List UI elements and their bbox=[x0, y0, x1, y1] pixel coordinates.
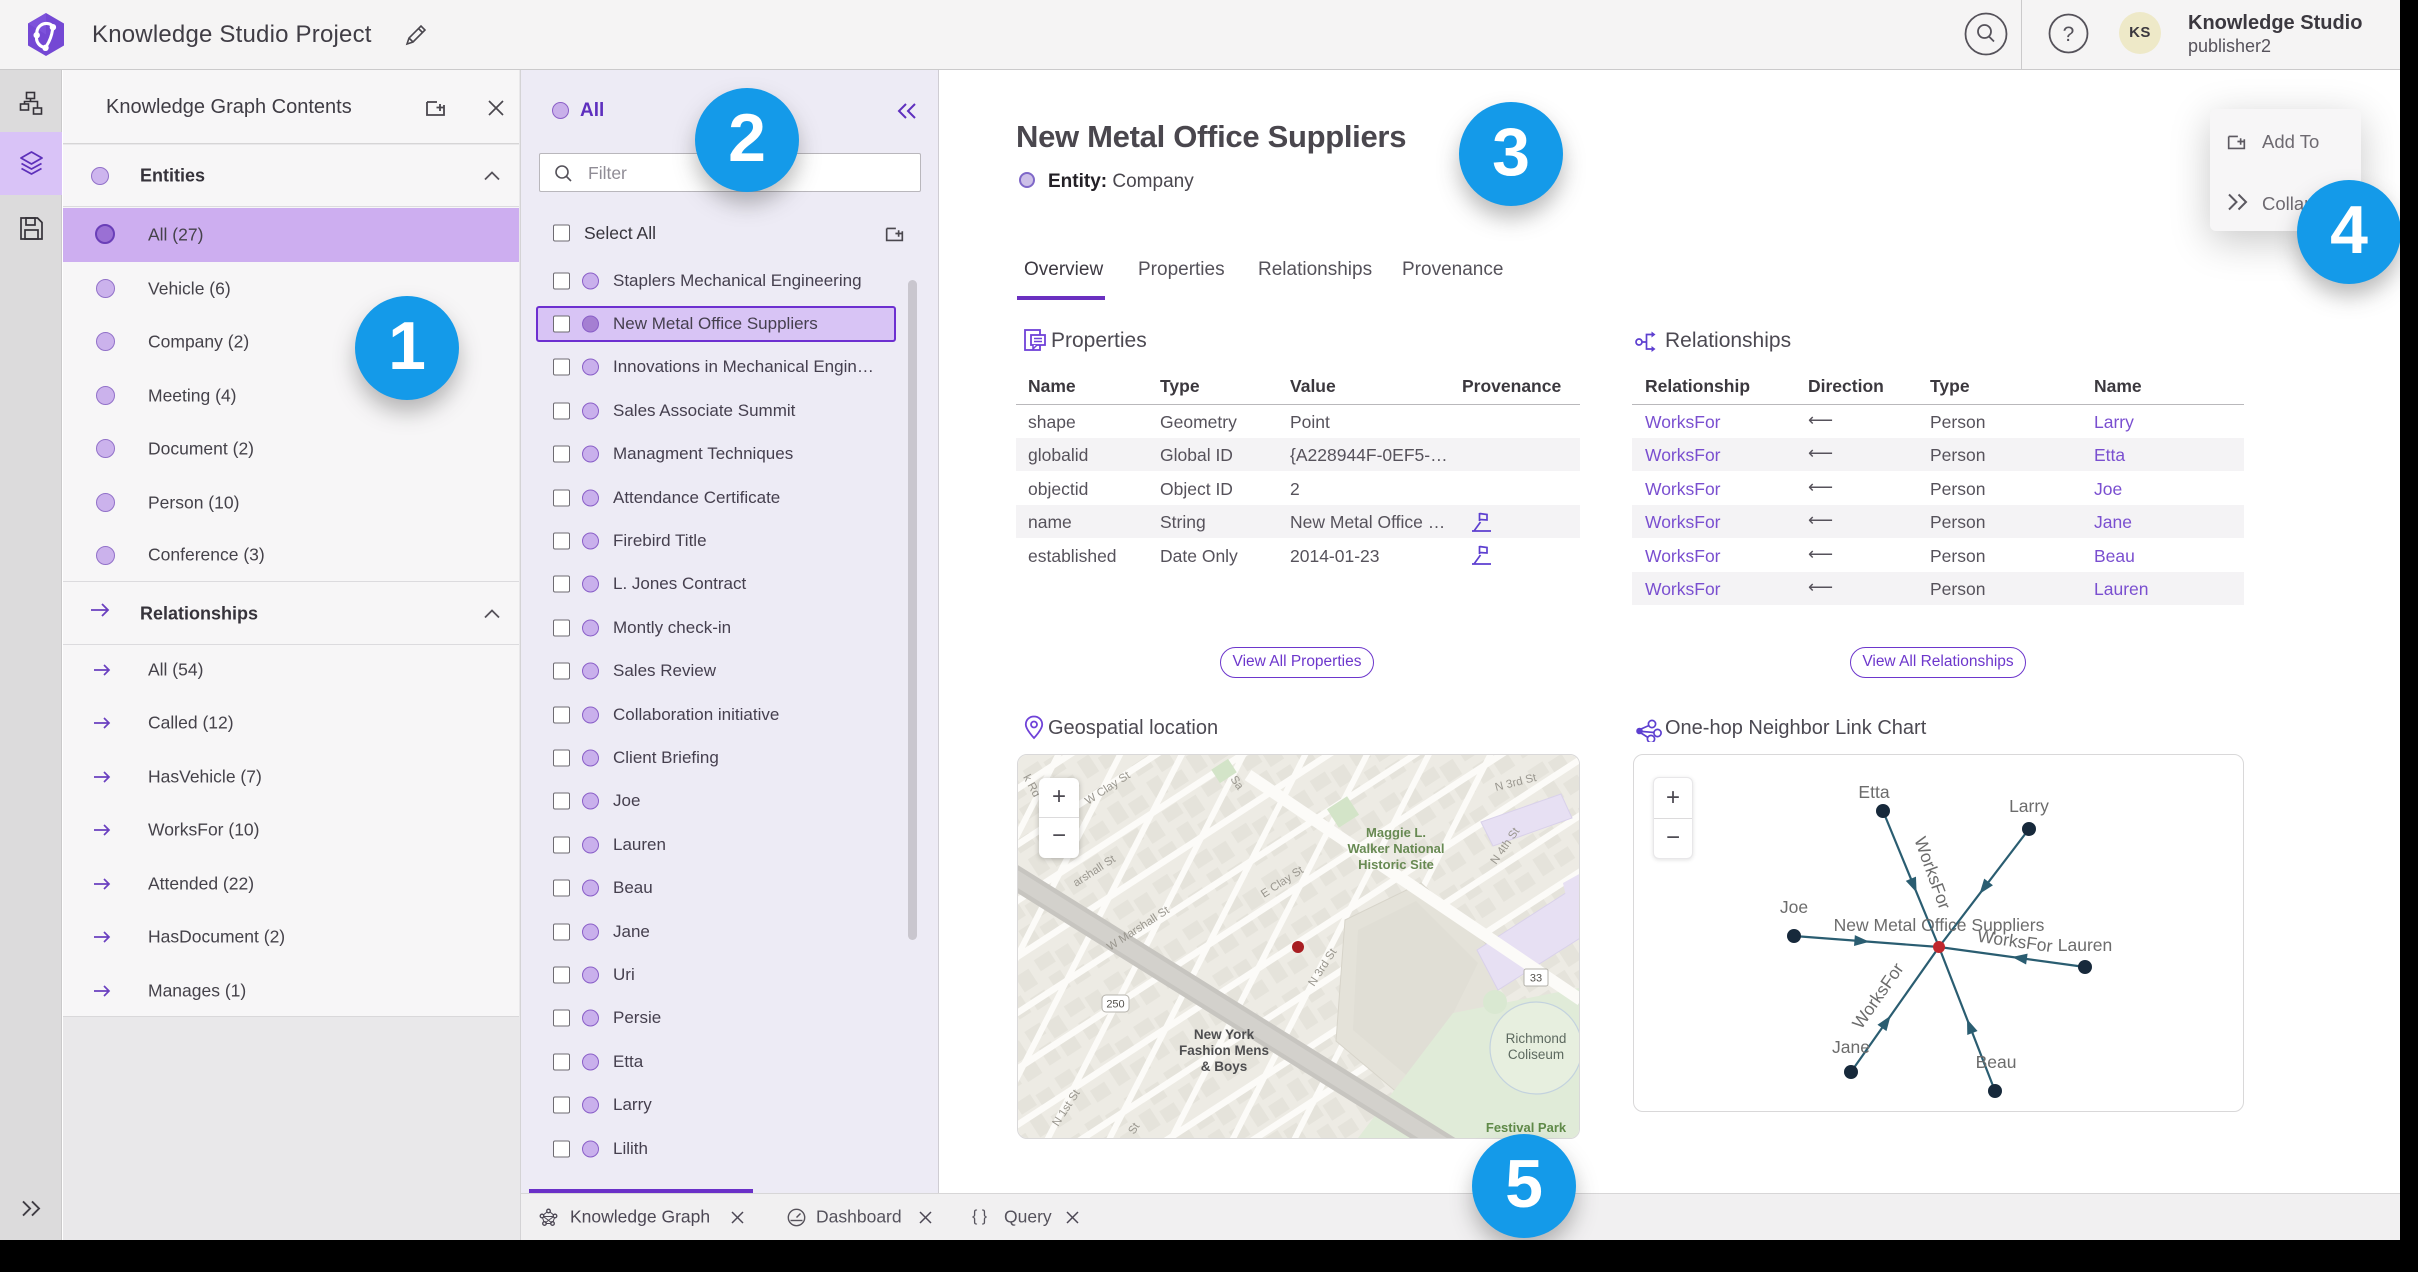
svg-text:Fashion Mens: Fashion Mens bbox=[1179, 1043, 1269, 1058]
svg-text:Richmond: Richmond bbox=[1506, 1031, 1567, 1046]
svg-text:WorksFor: WorksFor bbox=[1848, 959, 1908, 1032]
svg-text:Maggie L.: Maggie L. bbox=[1366, 825, 1426, 840]
svg-text:Etta: Etta bbox=[1858, 782, 1889, 802]
svg-text:Joe: Joe bbox=[1780, 897, 1808, 917]
svg-text:Walker National: Walker National bbox=[1347, 841, 1444, 856]
svg-text:Coliseum: Coliseum bbox=[1508, 1047, 1564, 1062]
svg-text:Larry: Larry bbox=[2009, 796, 2049, 816]
svg-text:Beau: Beau bbox=[1976, 1052, 2017, 1072]
svg-text:Festival Park: Festival Park bbox=[1486, 1120, 1567, 1135]
svg-text:WorksFor: WorksFor bbox=[1910, 834, 1955, 912]
svg-text:?: ? bbox=[2063, 23, 2075, 46]
svg-text:Lauren: Lauren bbox=[2058, 935, 2113, 955]
svg-text:New York: New York bbox=[1194, 1027, 1255, 1042]
svg-text:Jane: Jane bbox=[1832, 1037, 1870, 1057]
svg-text:Historic Site: Historic Site bbox=[1358, 857, 1434, 872]
svg-text:& Boys: & Boys bbox=[1201, 1059, 1248, 1074]
svg-text:250: 250 bbox=[1106, 999, 1124, 1011]
svg-text:33: 33 bbox=[1530, 973, 1542, 985]
